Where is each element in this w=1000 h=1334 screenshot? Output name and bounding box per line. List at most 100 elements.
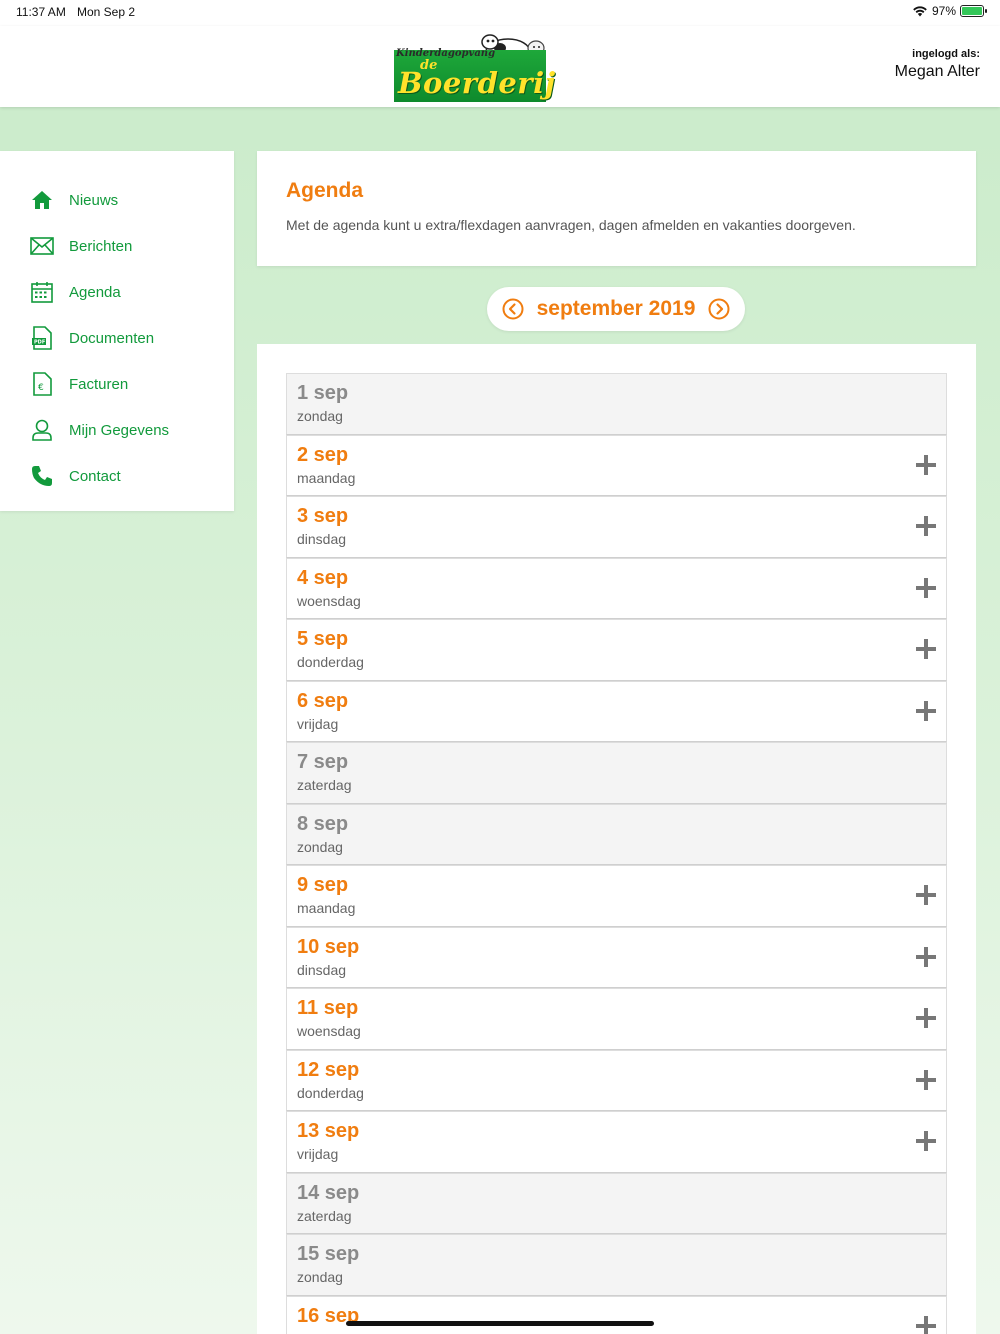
day-date: 11 sep <box>297 997 359 1019</box>
day-weekday: vrijdag <box>297 715 339 732</box>
add-day-plus-icon[interactable] <box>916 454 936 475</box>
day-weekday: maandag <box>297 469 356 486</box>
day-date: 6 sep <box>297 689 349 712</box>
sidebar-item-agenda[interactable]: Agenda <box>0 269 234 315</box>
app-header: Kinderdagopvang de Boerderij ingelogd al… <box>0 26 1000 107</box>
day-weekday: zaterdag <box>297 777 352 793</box>
day-weekday: zaterdag <box>297 1207 352 1224</box>
day-date: 7 sep <box>297 751 349 773</box>
page-description: Met de agenda kunt u extra/flexdagen aan… <box>286 217 856 233</box>
agenda-day-row[interactable]: 16 sepmaandag <box>286 1295 947 1334</box>
logo-subtitle: Kinderdagopvang <box>396 48 496 59</box>
status-time: 11:37 AM <box>16 5 66 19</box>
sidebar-item-label: Documenten <box>69 329 155 347</box>
sidebar-item-contact[interactable]: Contact <box>0 453 234 499</box>
day-weekday: dinsdag <box>297 961 347 978</box>
home-indicator[interactable] <box>346 1321 654 1326</box>
day-date: 2 sep <box>297 443 349 466</box>
sidebar-item-label: Agenda <box>69 283 121 301</box>
home-icon <box>30 188 54 212</box>
agenda-day-row[interactable]: 3 sep dinsdag <box>286 496 947 558</box>
month-navigator: september 2019 <box>487 287 745 331</box>
agenda-day-row[interactable]: 6 sep vrijdag <box>286 680 947 742</box>
status-right: 97% <box>912 4 987 18</box>
pdf-document-icon: PDF <box>30 326 54 350</box>
day-date: 12 sep <box>297 1058 360 1081</box>
add-day-plus-icon[interactable] <box>916 700 936 721</box>
day-weekday: vrijdag <box>297 1146 339 1162</box>
day-date: 5 sep <box>297 628 349 650</box>
day-weekday: maandag <box>297 1331 936 1334</box>
agenda-day-row: 1 sep zondag <box>286 373 947 435</box>
agenda-day-row: 14 sep zaterdag <box>286 1172 947 1234</box>
sidebar-item-nieuws[interactable]: Nieuws <box>0 177 234 223</box>
agenda-day-row[interactable]: 10 sep dinsdag <box>286 926 947 988</box>
sidebar-item-documenten[interactable]: PDF Documenten <box>0 315 234 361</box>
sidebar-item-facturen[interactable]: € Facturen <box>0 361 234 407</box>
day-weekday: donderdag <box>297 1084 364 1101</box>
invoice-euro-icon: € <box>30 372 54 396</box>
add-day-plus-icon[interactable] <box>916 885 936 905</box>
logo-name: Boerderij <box>398 66 556 100</box>
sidebar-item-label: Facturen <box>69 375 129 393</box>
day-date: 4 sep <box>297 566 349 589</box>
sidebar-nav: Nieuws Berichten Agenda PDF Documenten €… <box>0 151 234 511</box>
month-label: september 2019 <box>536 297 696 320</box>
add-day-plus-icon[interactable] <box>916 577 936 598</box>
calendar-icon <box>30 280 54 304</box>
sidebar-item-label: Berichten <box>69 237 133 255</box>
agenda-day-row[interactable]: 2 sep maandag <box>286 434 947 496</box>
wifi-icon <box>913 6 927 17</box>
sidebar-item-label: Nieuws <box>69 191 119 209</box>
day-date: 1 sep <box>297 382 349 404</box>
agenda-day-list: 1 sep zondag 2 sep maandag 3 sep dinsdag 4 sep… <box>286 373 947 1334</box>
user-icon <box>30 418 54 442</box>
day-date: 15 sep <box>297 1243 360 1265</box>
prev-month-chevron-left-icon[interactable] <box>502 298 524 320</box>
agenda-day-row[interactable]: 11 sep woensdag <box>286 988 947 1050</box>
day-date: 13 sep <box>297 1120 360 1142</box>
add-day-plus-icon[interactable] <box>916 516 936 536</box>
add-day-plus-icon[interactable] <box>916 1315 936 1334</box>
phone-icon <box>30 464 54 488</box>
agenda-day-row[interactable]: 9 sep maandag <box>286 865 947 927</box>
user-info: ingelogd als: Megan Alter <box>895 48 980 81</box>
envelope-icon <box>30 234 54 258</box>
agenda-day-row[interactable]: 12 sep donderdag <box>286 1049 947 1111</box>
day-weekday: dinsdag <box>297 531 347 547</box>
day-weekday: donderdag <box>297 654 364 670</box>
user-name: Megan Alter <box>894 63 980 80</box>
day-date: 9 sep <box>297 874 349 896</box>
sidebar-item-label: Mijn Gegevens <box>69 421 170 439</box>
agenda-day-row[interactable]: 13 sep vrijdag <box>286 1111 947 1173</box>
add-day-plus-icon[interactable] <box>916 1069 936 1090</box>
agenda-day-row: 8 sep zondag <box>286 803 947 865</box>
svg-text:€: € <box>38 383 44 393</box>
add-day-plus-icon[interactable] <box>916 946 936 967</box>
svg-text:PDF: PDF <box>34 340 45 346</box>
agenda-list-container: 1 sep zondag 2 sep maandag 3 sep dinsdag 4 sep… <box>257 344 976 1334</box>
day-weekday: zondag <box>297 408 343 424</box>
agenda-day-row[interactable]: 5 sep donderdag <box>286 619 947 681</box>
logo: Kinderdagopvang de Boerderij <box>394 28 555 102</box>
day-weekday: woensdag <box>297 1023 361 1039</box>
status-date: Mon Sep 2 <box>77 5 136 19</box>
day-weekday: zondag <box>297 1269 343 1285</box>
battery-percent: 97% <box>931 4 956 18</box>
next-month-chevron-right-icon[interactable] <box>708 298 730 320</box>
agenda-intro-card: Agenda Met de agenda kunt u extra/flexda… <box>257 151 976 266</box>
day-weekday: maandag <box>297 900 356 916</box>
battery-icon <box>960 5 987 17</box>
day-date: 10 sep <box>297 935 360 958</box>
sidebar-item-mijn-gegevens[interactable]: Mijn Gegevens <box>0 407 234 453</box>
day-weekday: woensdag <box>297 592 361 609</box>
sidebar-item-berichten[interactable]: Berichten <box>0 223 234 269</box>
day-date: 3 sep <box>297 505 349 527</box>
add-day-plus-icon[interactable] <box>916 1008 936 1028</box>
add-day-plus-icon[interactable] <box>916 639 936 659</box>
sidebar-item-label: Contact <box>69 467 121 485</box>
page-title: Agenda <box>286 179 364 202</box>
agenda-day-row[interactable]: 4 sep woensdag <box>286 557 947 619</box>
day-date: 8 sep <box>297 812 349 835</box>
add-day-plus-icon[interactable] <box>916 1131 936 1151</box>
